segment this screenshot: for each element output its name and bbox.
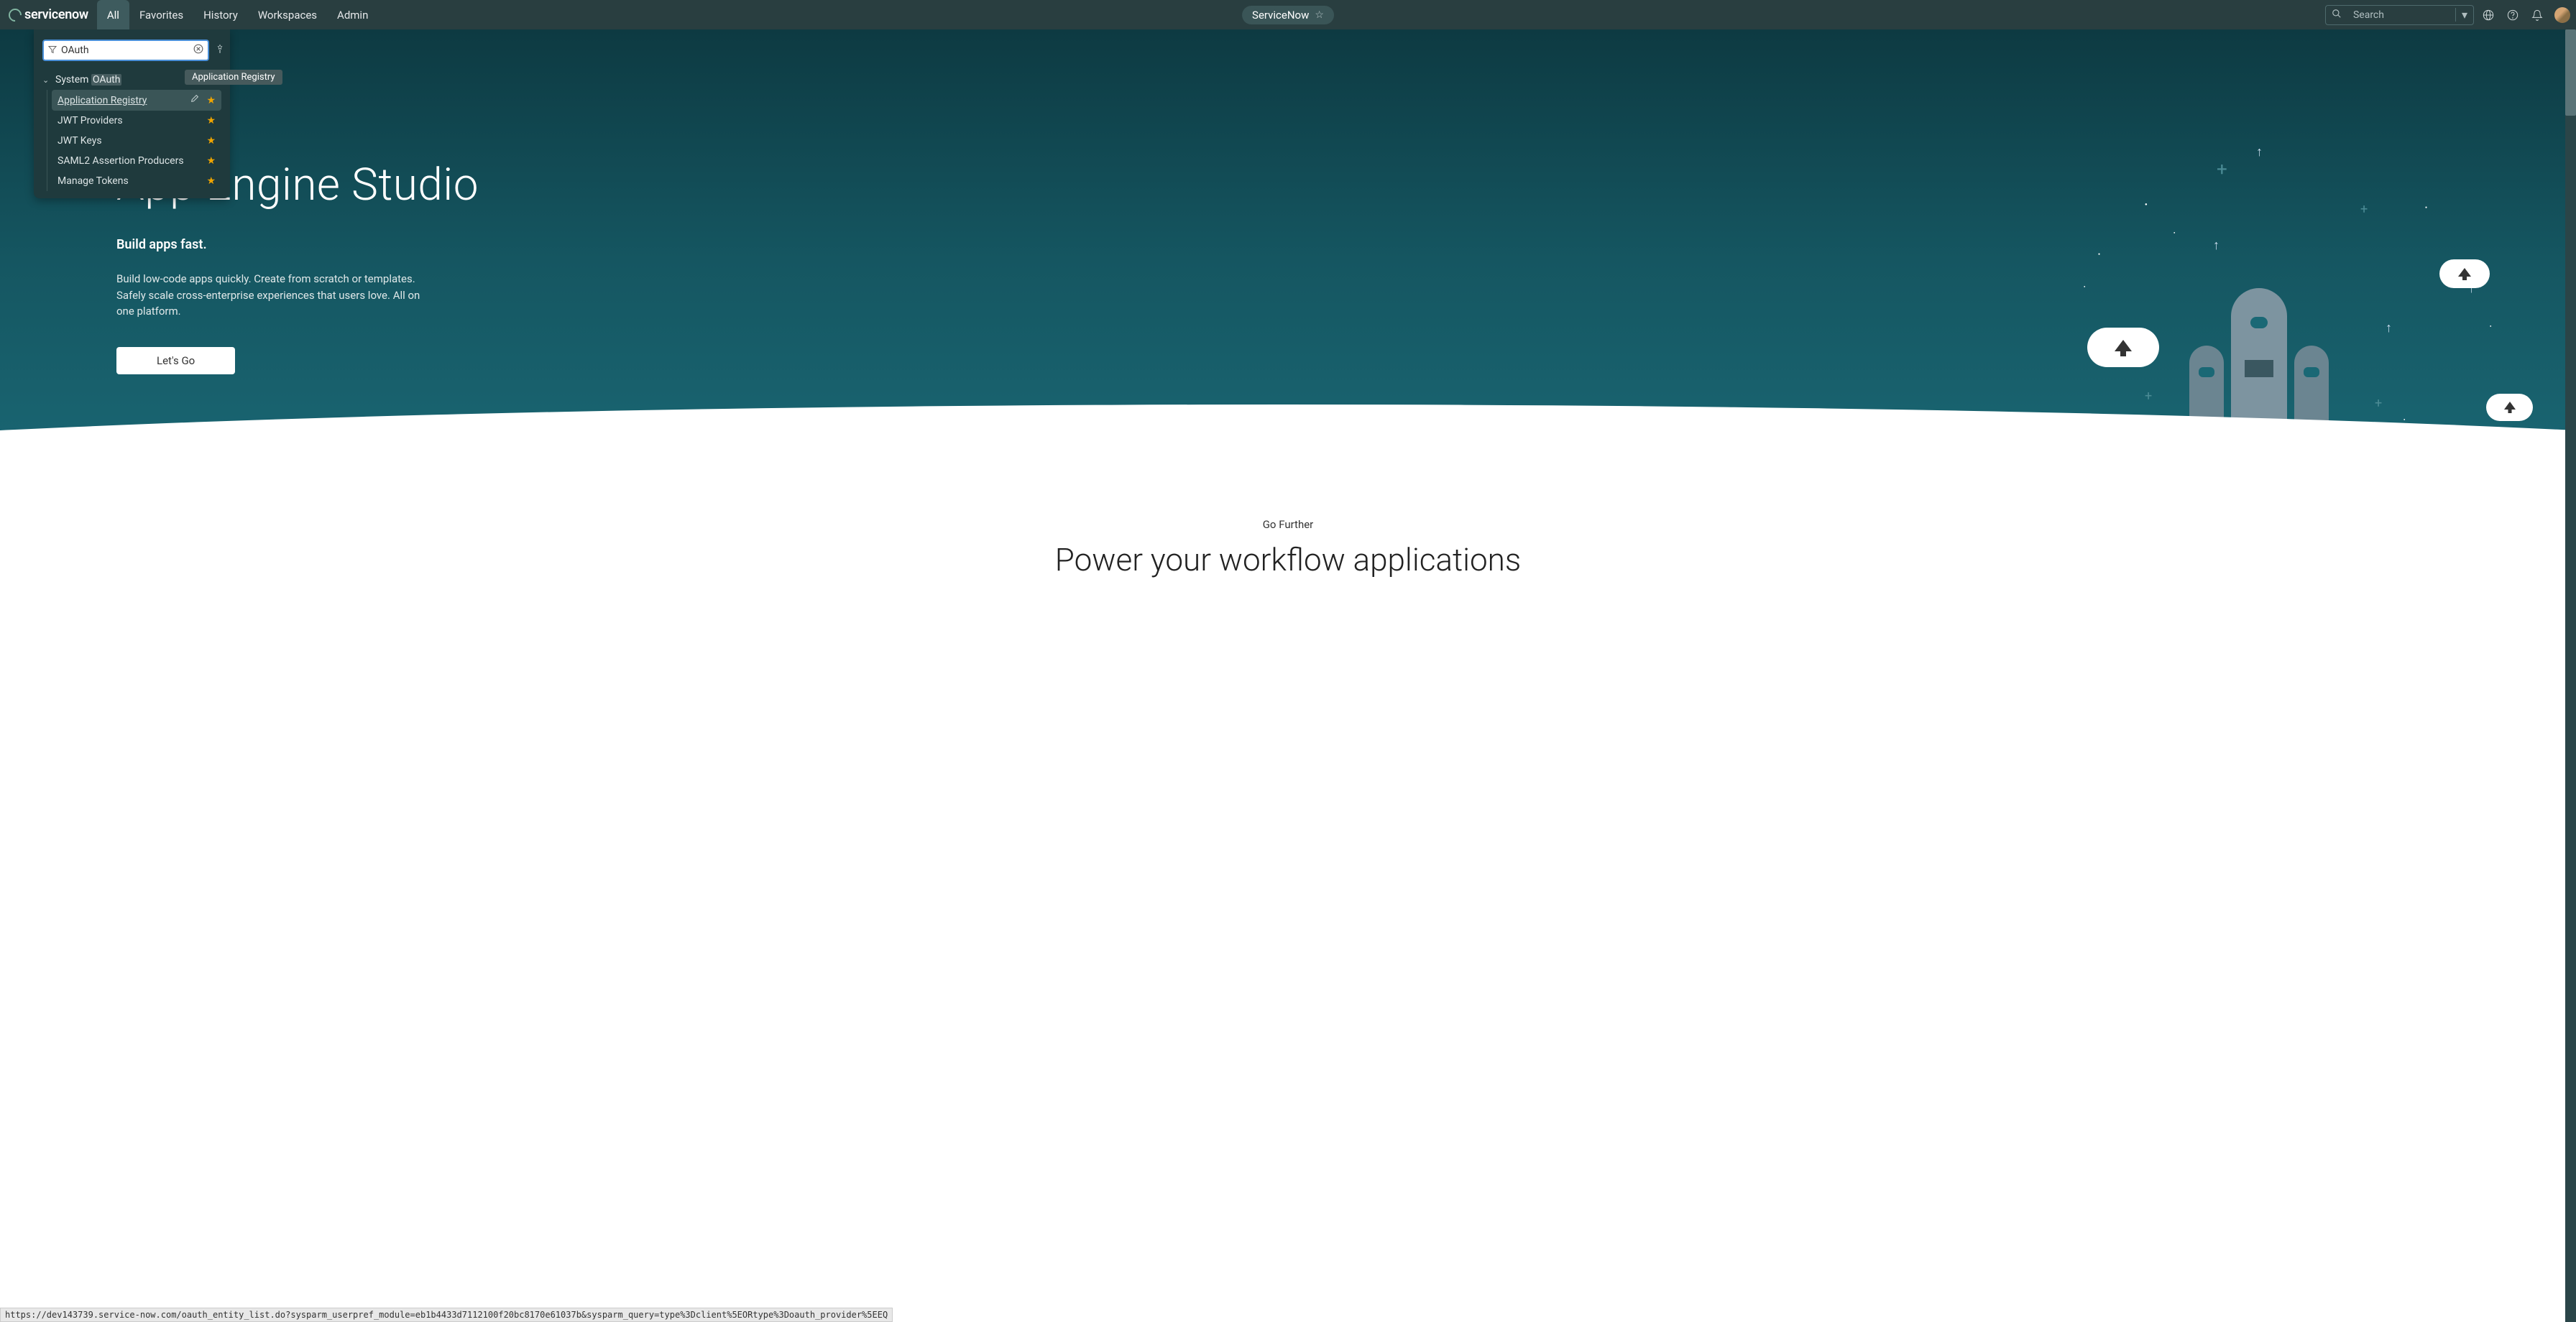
star-filled-icon[interactable]: ★: [206, 155, 216, 167]
hero-content: App Engine Studio Build apps fast. Build…: [0, 29, 2576, 374]
global-search: ▾: [2325, 5, 2474, 25]
clear-icon[interactable]: [193, 44, 203, 57]
search-dropdown[interactable]: ▾: [2455, 8, 2473, 22]
filter-item-label: SAML2 Assertion Producers: [58, 155, 184, 167]
avatar[interactable]: [2554, 7, 2570, 23]
topbar: servicenow All Favorites History Workspa…: [0, 0, 2576, 29]
star-filled-icon[interactable]: ★: [206, 175, 216, 187]
dot-icon: ●: [2404, 417, 2405, 421]
filter-item-application-registry[interactable]: Application Registry ★: [52, 90, 221, 111]
cloud-icon: [2486, 394, 2533, 421]
topbar-right: ▾: [2325, 5, 2570, 25]
filter-input-wrapper: [42, 40, 209, 61]
star-filled-icon[interactable]: ★: [206, 115, 216, 126]
filter-item-label: JWT Keys: [58, 135, 102, 147]
below-hero: Go Further Power your workflow applicati…: [0, 489, 2576, 607]
filter-navigator: ⌄ System OAuth Application Registry Appl…: [34, 29, 230, 198]
logo[interactable]: servicenow: [9, 7, 88, 22]
globe-icon[interactable]: [2478, 5, 2498, 25]
scope-label: ServiceNow: [1252, 9, 1309, 22]
edit-icon[interactable]: [190, 94, 199, 106]
filter-item-label: Application Registry: [58, 95, 147, 106]
logo-text: servicenow: [24, 7, 88, 22]
filter-item-label: JWT Providers: [58, 115, 123, 126]
filter-item-manage-tokens[interactable]: Manage Tokens ★: [52, 171, 221, 191]
status-bar: https://dev143739.service-now.com/oauth_…: [0, 1308, 893, 1322]
search-icon[interactable]: [2326, 8, 2347, 22]
filter-section: ⌄ System OAuth Application Registry Appl…: [34, 71, 230, 191]
scope-pill[interactable]: ServiceNow ☆: [1242, 6, 1334, 24]
filter-input-row: [34, 40, 230, 61]
help-icon[interactable]: [2503, 5, 2523, 25]
nav-tab-admin[interactable]: Admin: [327, 0, 378, 29]
go-further-label: Go Further: [0, 518, 2576, 531]
power-title: Power your workflow applications: [0, 541, 2576, 578]
chevron-down-icon: ⌄: [42, 75, 51, 85]
funnel-icon: [48, 45, 57, 56]
star-icon[interactable]: ☆: [1315, 9, 1324, 21]
filter-items: Application Registry ★ JWT Providers ★ J…: [47, 90, 221, 191]
scrollbar-thumb[interactable]: [2565, 29, 2576, 116]
hero: App Engine Studio Build apps fast. Build…: [0, 29, 2576, 489]
logo-icon: [6, 6, 24, 24]
filter-section-header[interactable]: ⌄ System OAuth Application Registry: [42, 71, 221, 88]
hero-curve: [0, 405, 2576, 489]
filter-item-jwt-keys[interactable]: JWT Keys ★: [52, 131, 221, 151]
plus-icon: +: [2375, 396, 2382, 411]
search-input[interactable]: [2347, 6, 2455, 24]
lets-go-button[interactable]: Let's Go: [116, 347, 235, 374]
section-label: System OAuth: [55, 74, 121, 85]
pin-icon[interactable]: [215, 44, 225, 57]
nav-tab-all[interactable]: All: [97, 0, 129, 29]
nav-tab-workspaces[interactable]: Workspaces: [248, 0, 327, 29]
bell-icon[interactable]: [2527, 5, 2547, 25]
tooltip: Application Registry: [185, 70, 282, 85]
hero-title: App Engine Studio: [116, 159, 2576, 211]
nav-tab-history[interactable]: History: [193, 0, 248, 29]
star-filled-icon[interactable]: ★: [206, 135, 216, 147]
plus-icon: +: [2145, 389, 2152, 404]
filter-item-jwt-providers[interactable]: JWT Providers ★: [52, 111, 221, 131]
star-filled-icon[interactable]: ★: [206, 95, 216, 106]
filter-item-label: Manage Tokens: [58, 175, 129, 187]
hero-subtitle: Build apps fast.: [116, 237, 2576, 252]
scrollbar[interactable]: [2565, 29, 2576, 1322]
nav-tabs: All Favorites History Workspaces Admin: [97, 0, 379, 29]
hero-description: Build low-code apps quickly. Create from…: [116, 271, 433, 320]
filter-item-saml2[interactable]: SAML2 Assertion Producers ★: [52, 151, 221, 171]
filter-input[interactable]: [61, 45, 189, 56]
nav-tab-favorites[interactable]: Favorites: [129, 0, 193, 29]
